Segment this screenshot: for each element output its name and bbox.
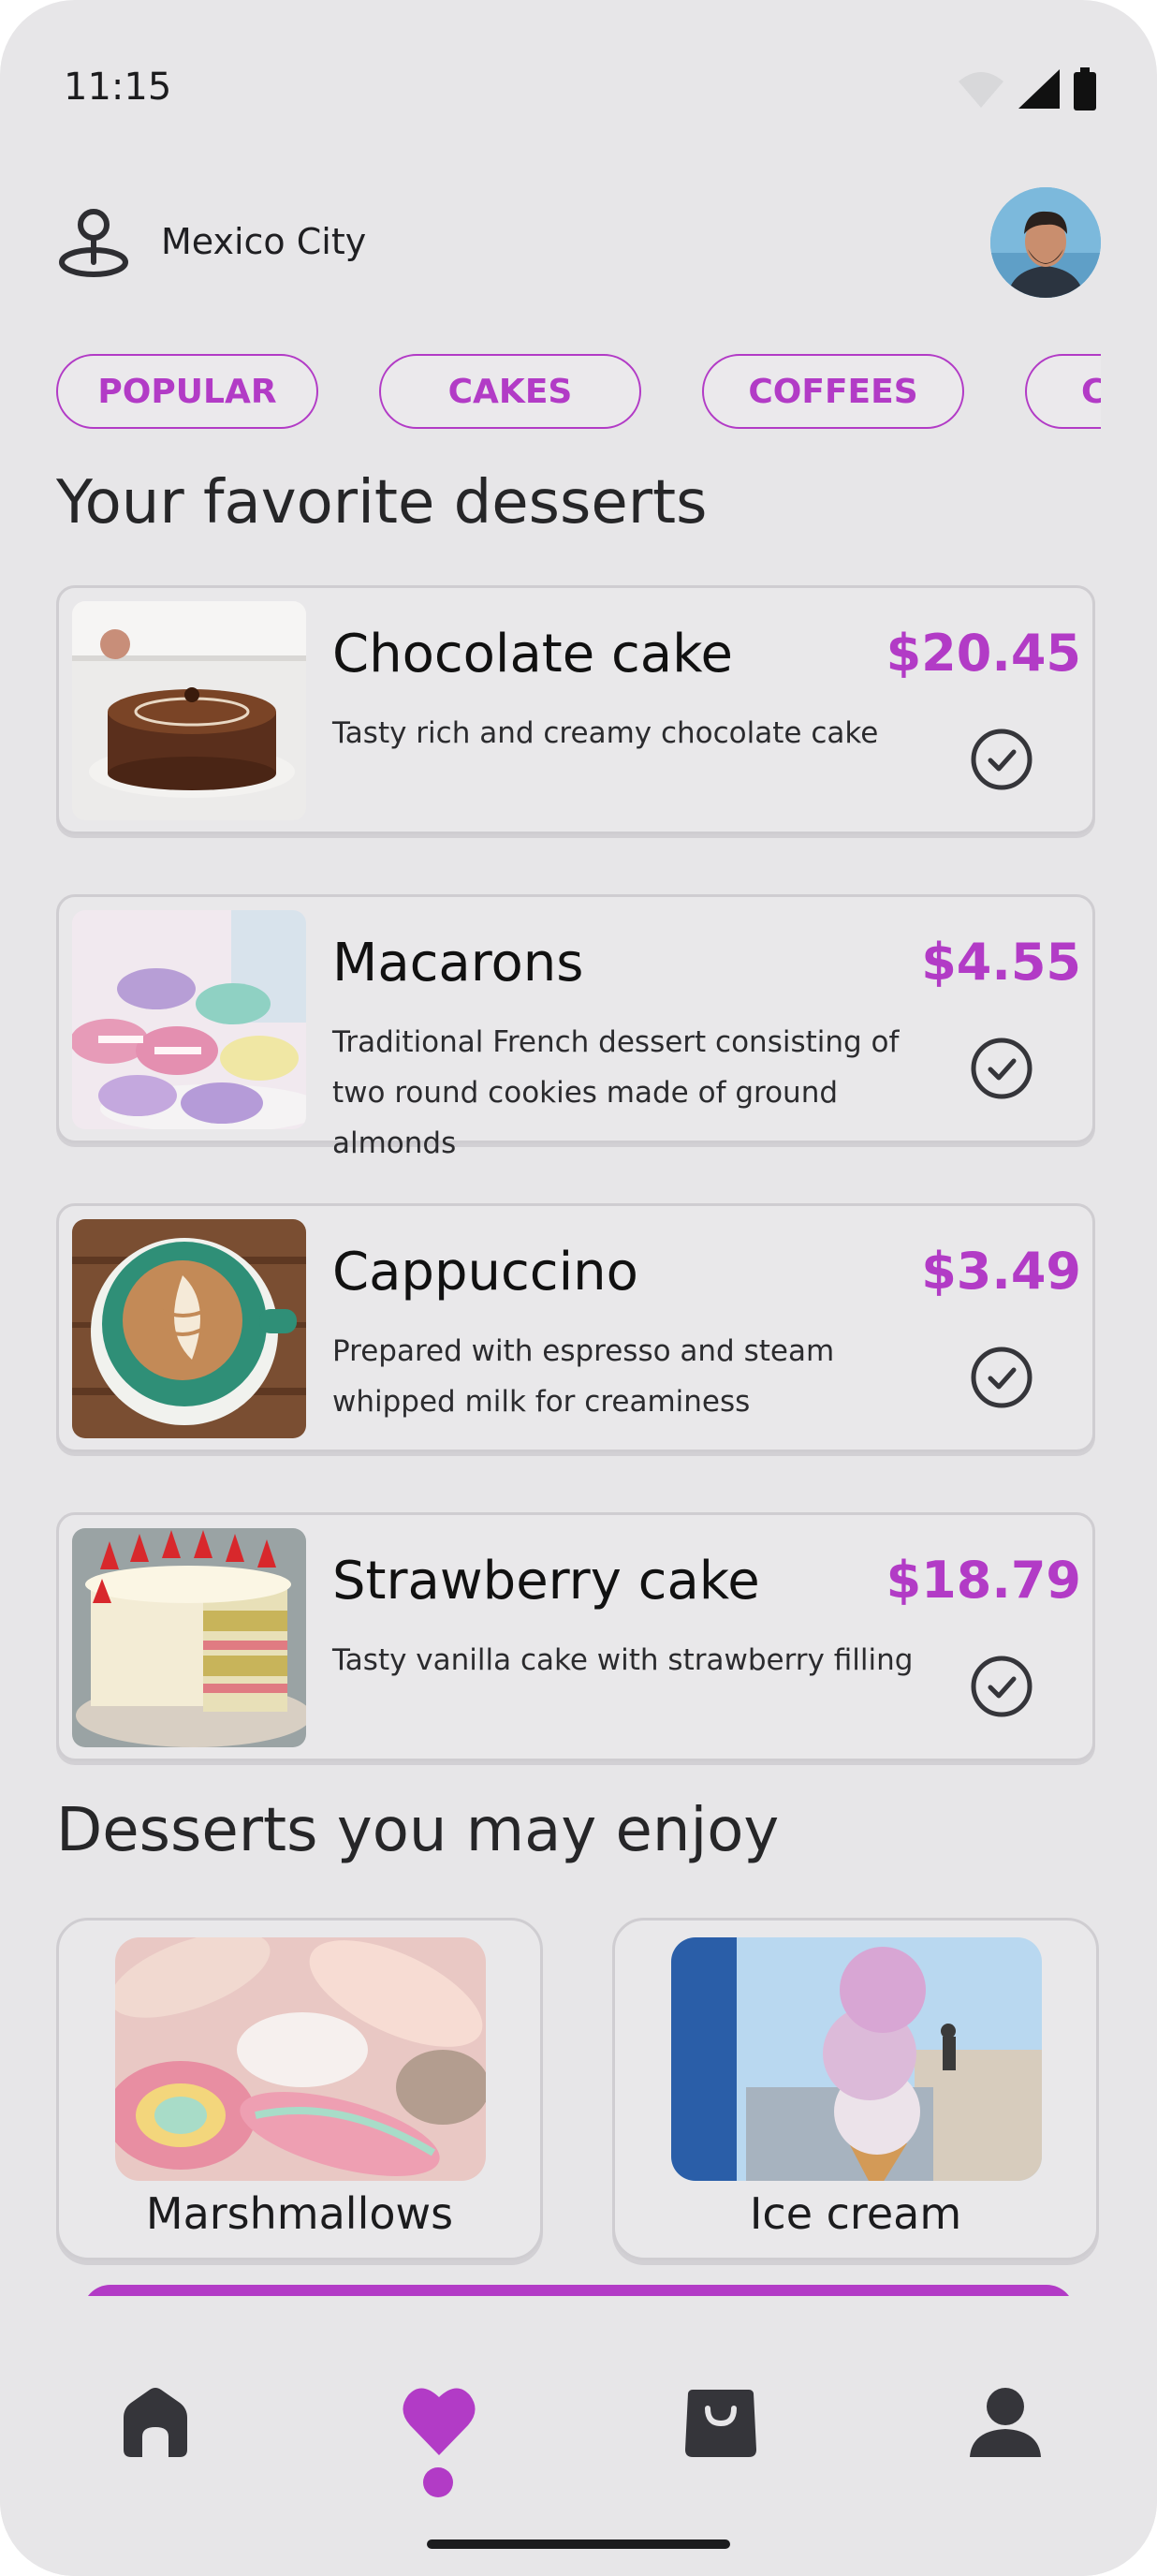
location-pin-icon	[59, 209, 128, 277]
recommendation-card[interactable]: Ice cream	[612, 1918, 1099, 2260]
location-city: Mexico City	[161, 221, 367, 262]
favorites-title: Your favorite desserts	[56, 468, 708, 537]
avatar-image	[990, 187, 1101, 298]
signal-icon	[1018, 69, 1060, 109]
item-description: Traditional French dessert consisting of…	[332, 1025, 900, 1160]
category-tabs: POPULAR CAKES COFFEES C	[56, 354, 1101, 433]
status-icons	[957, 67, 1097, 110]
wifi-icon	[959, 72, 1003, 108]
bottom-nav	[0, 2296, 1157, 2576]
tab-coffees[interactable]: COFFEES	[702, 354, 964, 429]
enjoy-title: Desserts you may enjoy	[56, 1796, 780, 1865]
item-description: Prepared with espresso and steam whipped…	[332, 1334, 835, 1419]
status-time: 11:15	[64, 66, 172, 109]
item-description: Tasty rich and creamy chocolate cake	[332, 716, 879, 750]
location-selector[interactable]: Mexico City	[58, 206, 366, 277]
favorite-card[interactable]: Macarons Traditional French dessert cons…	[56, 894, 1095, 1160]
recommendation-label: Ice cream	[749, 2188, 962, 2239]
item-name: Chocolate cake	[332, 624, 733, 684]
check-circle-icon[interactable]	[971, 1347, 1033, 1408]
active-indicator	[423, 2467, 453, 2497]
recommendation-label: Marshmallows	[145, 2188, 454, 2239]
tab-partial[interactable]: C	[1025, 354, 1101, 429]
check-circle-icon[interactable]	[971, 1038, 1033, 1099]
bag-icon[interactable]	[683, 2386, 758, 2461]
item-price: $3.49	[921, 1242, 1081, 1301]
macarons-image	[72, 910, 306, 1129]
item-price: $18.79	[886, 1551, 1081, 1610]
recommendation-card[interactable]: Marshmallows	[56, 1918, 543, 2260]
marshmallows-image	[115, 1937, 486, 2181]
item-description: Tasty vanilla cake with strawberry filli…	[332, 1643, 914, 1677]
item-price: $20.45	[886, 624, 1081, 683]
profile-icon[interactable]	[968, 2386, 1043, 2461]
heart-icon[interactable]	[401, 2384, 477, 2459]
item-price: $4.55	[921, 933, 1081, 992]
favorite-card[interactable]: Chocolate cake Tasty rich and creamy cho…	[56, 585, 1095, 834]
chocolate-cake-image	[72, 601, 306, 820]
strawberry-cake-image	[72, 1528, 306, 1747]
avatar[interactable]	[990, 187, 1101, 298]
favorite-card[interactable]: Cappuccino Prepared with espresso and st…	[56, 1203, 1095, 1452]
favorite-card[interactable]: Strawberry cake Tasty vanilla cake with …	[56, 1512, 1095, 1761]
cappuccino-image	[72, 1219, 306, 1438]
item-name: Strawberry cake	[332, 1551, 760, 1612]
app-screen: 11:15 Mexico City POPULAR CAKES COFFEES …	[0, 0, 1157, 2576]
ice-cream-image	[671, 1937, 1042, 2181]
home-icon[interactable]	[118, 2386, 193, 2461]
tab-cakes[interactable]: CAKES	[379, 354, 641, 429]
tab-popular[interactable]: POPULAR	[56, 354, 318, 429]
item-name: Cappuccino	[332, 1242, 638, 1303]
battery-icon	[1074, 67, 1096, 110]
check-circle-icon[interactable]	[971, 1656, 1033, 1717]
item-name: Macarons	[332, 933, 584, 994]
home-indicator	[427, 2539, 730, 2549]
check-circle-icon[interactable]	[971, 729, 1033, 790]
